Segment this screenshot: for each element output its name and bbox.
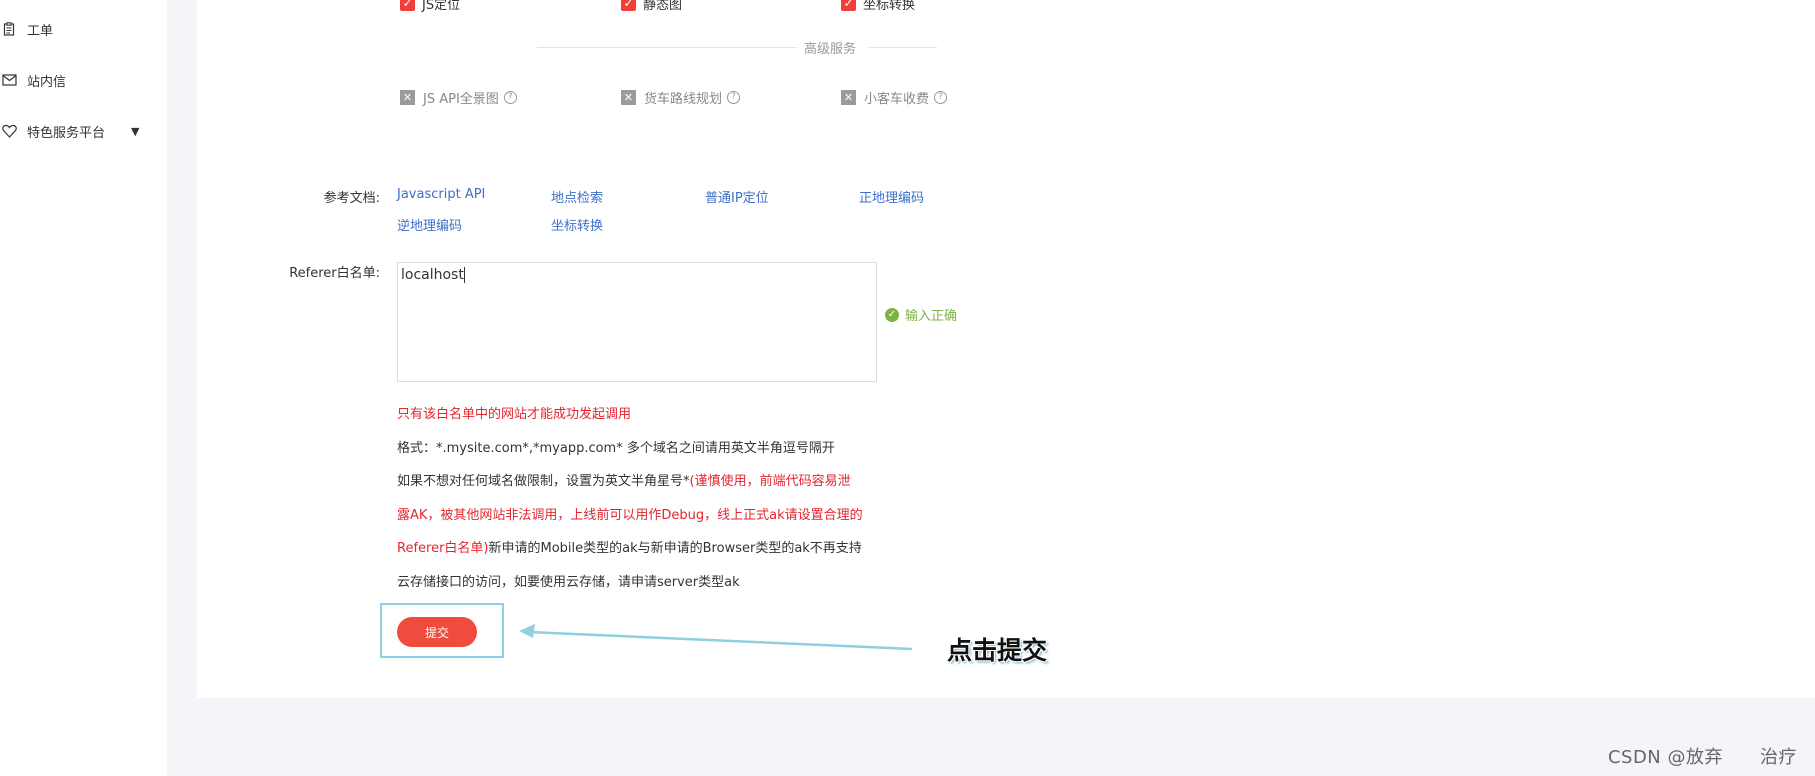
service-coord-convert[interactable]: ✓ 坐标转换	[841, 0, 915, 13]
help-icon[interactable]: ?	[934, 91, 948, 104]
text-cursor	[463, 267, 465, 283]
service-car-toll[interactable]: ✕ 小客车收费 ?	[841, 88, 948, 107]
checkbox-checked-icon[interactable]: ✓	[400, 0, 415, 11]
sidebar-item-ticket[interactable]: 工单	[0, 17, 53, 41]
chevron-down-icon[interactable]: ▼	[131, 125, 139, 138]
service-truck-route[interactable]: ✕ 货车路线规划 ?	[621, 88, 741, 107]
doc-link-javascript-api[interactable]: Javascript API	[397, 187, 485, 202]
sidebar-item-label: 工单	[27, 23, 54, 39]
divider-line-left	[537, 47, 797, 48]
sidebar-item-messages[interactable]: 站内信	[0, 68, 66, 92]
annotation-text: 点击提交	[947, 636, 1048, 665]
note-line-5: Referer白名单)新申请的Mobile类型的ak与新申请的Browser类型…	[397, 541, 862, 556]
sidebar-item-special-services[interactable]: 特色服务平台 ▼	[0, 119, 139, 143]
doc-link-coord-convert[interactable]: 坐标转换	[551, 215, 603, 234]
checkbox-disabled-icon: ✕	[400, 90, 415, 105]
checkbox-checked-icon[interactable]: ✓	[621, 0, 636, 11]
check-circle-icon: ✓	[885, 307, 899, 322]
doc-link-place-search[interactable]: 地点检索	[551, 187, 603, 206]
doc-link-ip-location[interactable]: 普通IP定位	[705, 187, 769, 206]
envelope-icon	[0, 71, 18, 89]
checkbox-disabled-icon: ✕	[621, 90, 636, 105]
divider-line-right	[869, 47, 937, 48]
note-line-4: 露AK，被其他网站非法调用，上线前可以用作Debug，线上正式ak请设置合理的	[397, 508, 863, 523]
service-static-map[interactable]: ✓ 静态图	[621, 0, 682, 13]
doc-link-reverse-geocoding[interactable]: 逆地理编码	[397, 215, 462, 234]
note-line-3: 如果不想对任何域名做限制，设置为英文半角星号*(谨慎使用，前端代码容易泄	[397, 474, 851, 489]
docs-label: 参考文档:	[323, 191, 380, 206]
service-js-api-panorama[interactable]: ✕ JS API全景图 ?	[400, 88, 517, 107]
help-icon[interactable]: ?	[727, 91, 741, 104]
help-icon[interactable]: ?	[503, 91, 517, 104]
checkbox-checked-icon[interactable]: ✓	[841, 0, 856, 11]
sidebar: 工单 站内信 特色服务平台 ▼	[0, 0, 167, 776]
note-line-1: 只有该白名单中的网站才能成功发起调用	[397, 407, 632, 422]
watermark: CSDN @放弃 治疗	[1607, 747, 1797, 768]
service-js-location[interactable]: ✓ JS定位	[400, 0, 460, 13]
doc-link-geocoding[interactable]: 正地理编码	[859, 187, 924, 206]
referer-value: localhost	[401, 267, 464, 283]
validation-status: ✓ 输入正确	[885, 305, 957, 324]
heart-shield-icon	[0, 122, 18, 140]
submit-button[interactable]: 提交	[397, 617, 477, 647]
referer-textarea[interactable]: localhost	[397, 262, 877, 382]
note-line-2: 格式：*.mysite.com*,*myapp.com* 多个域名之间请用英文半…	[397, 441, 835, 456]
annotation-arrow-icon	[519, 624, 913, 651]
checkbox-disabled-icon: ✕	[841, 90, 856, 105]
referer-label: Referer白名单:	[289, 266, 380, 281]
clipboard-icon	[0, 20, 18, 38]
main-content: ✓ JS定位 ✓ 静态图 ✓ 坐标转换 高级服务 ✕ JS API全景图 ? ✕…	[197, 0, 1815, 698]
sidebar-item-label: 特色服务平台	[27, 125, 106, 141]
sidebar-item-label: 站内信	[27, 74, 67, 90]
advanced-services-title: 高级服务	[804, 42, 857, 57]
validation-text: 输入正确	[905, 309, 958, 324]
note-line-6: 云存储接口的访问，如要使用云存储，请申请server类型ak	[397, 575, 740, 590]
